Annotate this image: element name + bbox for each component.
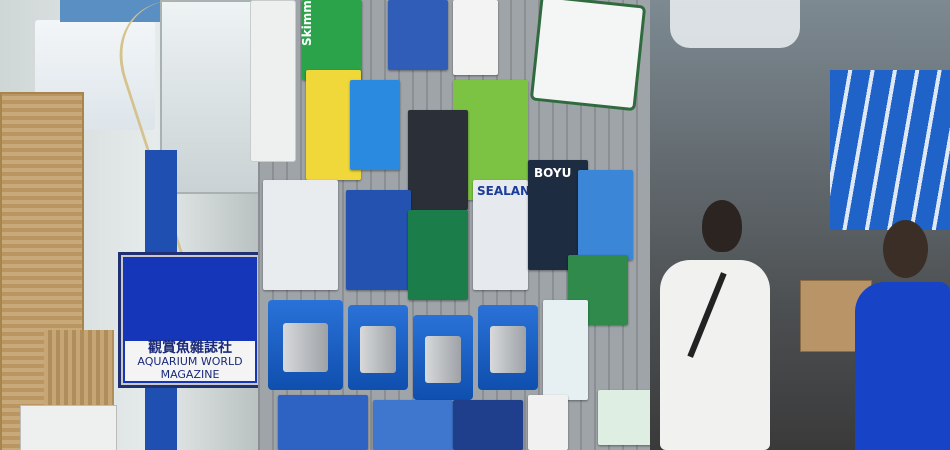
shopper-white-shirt: [660, 200, 770, 450]
sealant-label: SEALAN: [477, 184, 531, 198]
shopper-body: [855, 282, 950, 450]
blue-device-package: [346, 190, 411, 290]
skimmer-label: Skimmer: [300, 0, 314, 46]
meter-package: [528, 395, 568, 450]
tool-package: [453, 0, 498, 75]
bottom-package-1: [278, 395, 368, 450]
sign-label: 觀賞魚雜誌社 AQUARIUM WORLD MAGAZINE: [125, 341, 255, 381]
skimmer-package: Skimmer: [300, 0, 362, 80]
magazine-sign: 觀賞魚雜誌社 AQUARIUM WORLD MAGAZINE: [118, 252, 262, 388]
blue-clip-package: [350, 80, 400, 170]
shopper-blue-shirt: [855, 220, 950, 450]
sign-english-text: AQUARIUM WORLD MAGAZINE: [137, 354, 243, 381]
shopper-head: [702, 200, 742, 252]
sign-header-text: [127, 285, 253, 319]
magnet-cleaner-4: [478, 305, 538, 390]
hose-package: [543, 300, 588, 400]
magnet-cleaner-3: [413, 315, 473, 400]
bottom-package-2: [373, 400, 453, 450]
gauge-package: [598, 390, 653, 445]
fan-package: [578, 170, 633, 260]
device-package: [388, 0, 448, 70]
boyu-label: BOYU: [534, 166, 572, 180]
photo-scene: 觀賞魚雜誌社 AQUARIUM WORLD MAGAZINE Skimmer S…: [0, 0, 950, 450]
plastic-bag: [670, 0, 800, 48]
magnet-cleaner-1: [268, 300, 343, 390]
green-device-package: [408, 210, 468, 300]
white-box: [20, 405, 117, 450]
thermometer-package: [408, 110, 468, 210]
sign-chinese-text: 觀賞魚雜誌社: [148, 339, 232, 356]
sealant-package: SEALAN: [473, 180, 531, 290]
shopper-head: [883, 220, 928, 278]
hanging-blue-products: [830, 70, 950, 230]
power-strip-left: [250, 0, 296, 162]
magnet-cleaner-2: [348, 305, 408, 390]
digital-thermometer-package: [263, 180, 338, 290]
bottom-package-3: [453, 400, 523, 450]
low-cardboard-box: [44, 330, 114, 410]
power-strip-top: [529, 0, 647, 112]
